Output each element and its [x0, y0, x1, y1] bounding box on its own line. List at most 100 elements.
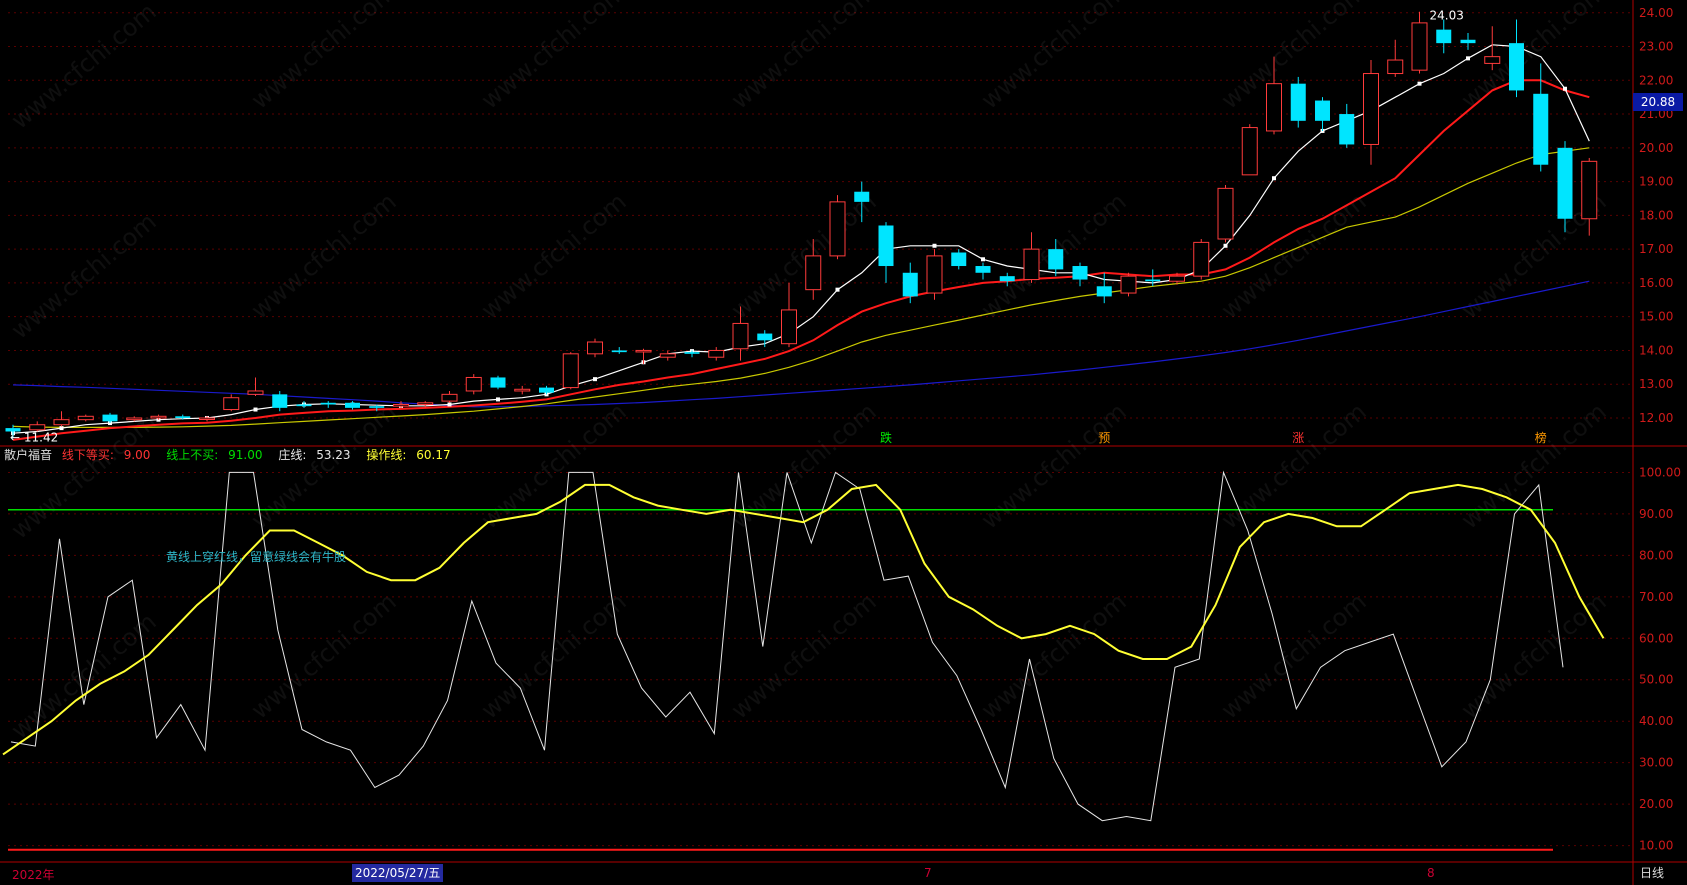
candle-body: [732, 322, 749, 350]
candle-body: [611, 350, 627, 353]
price-tick-label: 19.00: [1639, 175, 1673, 189]
signal-mark: 预: [1098, 431, 1110, 445]
ma5-point: [59, 426, 64, 431]
candle-body: [77, 415, 94, 421]
price-tick-label: 22.00: [1639, 73, 1673, 87]
candle-body: [587, 341, 603, 355]
candle-body: [708, 349, 725, 358]
candle-body: [805, 255, 822, 291]
price-tick-label: 16.00: [1639, 276, 1673, 290]
indicator-tick-label: 100.00: [1639, 465, 1681, 479]
candle-body: [1436, 29, 1452, 44]
candle-body: [320, 402, 336, 405]
candle-body: [1266, 83, 1282, 132]
watermark-text: www.cfchi.com: [246, 0, 402, 115]
indicator-tick-label: 80.00: [1639, 548, 1673, 562]
watermark-text: www.cfchi.com: [6, 207, 162, 344]
candle-body: [1096, 286, 1112, 297]
candle-body: [1217, 187, 1234, 240]
candle-body: [1509, 43, 1524, 91]
indicator-tick-label: 70.00: [1639, 590, 1673, 604]
price-tick-label: 14.00: [1639, 343, 1673, 357]
candle-body: [175, 416, 191, 418]
candle-body: [1241, 127, 1258, 176]
indicator-tick-label: 50.00: [1639, 673, 1673, 687]
candle-body: [951, 252, 967, 267]
zhuang-label: 庄线: 53.23: [278, 448, 351, 462]
candle-body: [490, 377, 506, 388]
candle-body: [1363, 73, 1379, 145]
nobuy-label: 线上不买: 91.00: [166, 448, 263, 462]
period-label[interactable]: 日线: [1640, 864, 1664, 881]
price-tick-label: 20.00: [1639, 141, 1673, 155]
ma5-point: [835, 287, 840, 292]
watermark-text: www.cfchi.com: [6, 407, 162, 544]
month-aug-label: 8: [1427, 866, 1435, 880]
watermark-text: www.cfchi.com: [726, 397, 882, 534]
candle-body: [150, 415, 167, 419]
candle-body: [1023, 248, 1040, 281]
watermark-text: www.cfchi.com: [976, 587, 1132, 724]
ma5-point: [593, 377, 597, 382]
ma5-point: [447, 402, 452, 407]
candle-body: [102, 414, 118, 422]
candle-body: [1411, 22, 1428, 71]
candle-body: [1581, 160, 1598, 220]
watermark-text: www.cfchi.com: [976, 0, 1132, 115]
price-tick-label: 23.00: [1639, 40, 1673, 54]
candle-body: [1339, 114, 1355, 145]
candle-body: [635, 349, 652, 353]
candle-body: [1315, 100, 1330, 121]
ma5-point: [1466, 56, 1470, 61]
price-tick-label: 15.00: [1639, 310, 1673, 324]
watermark-text: www.cfchi.com: [246, 187, 402, 324]
candle-body: [1120, 275, 1137, 294]
signal-mark: 跌: [880, 430, 892, 445]
candle-body: [1193, 241, 1210, 277]
watermark-text: www.cfchi.com: [246, 397, 402, 534]
candle-body: [562, 353, 579, 389]
op-label: 操作线: 60.17: [366, 448, 451, 462]
ma5-point: [496, 397, 500, 402]
candle-body: [441, 393, 458, 402]
low-price-label: ← 11.42: [10, 431, 58, 445]
candle-body: [1048, 249, 1064, 270]
candle-body: [999, 276, 1015, 282]
candle-body: [902, 272, 918, 297]
year-label: 2022年: [12, 868, 55, 882]
candle-body: [1387, 59, 1404, 75]
watermark-text: www.cfchi.com: [726, 0, 882, 115]
candle-body: [757, 333, 773, 341]
candle-body: [514, 388, 531, 392]
candle-body: [417, 402, 434, 405]
current-price-tag: 20.88: [1633, 93, 1683, 111]
stock-chart: 12.00 13.00 14.00 15.00 16.00 17.00 18.00 19.00…: [0, 0, 1687, 885]
candle-body: [854, 191, 870, 202]
watermark-text: www.cfchi.com: [1456, 587, 1612, 724]
watermark-text: www.cfchi.com: [476, 187, 632, 324]
watermark-text: www.cfchi.com: [476, 587, 632, 724]
candle-body: [1290, 83, 1306, 121]
ma5-point: [1417, 81, 1422, 86]
indicator-tick-label: 40.00: [1639, 714, 1673, 728]
indicator-name[interactable]: 散户福音: [4, 448, 52, 462]
candle-body: [1533, 93, 1549, 165]
watermark-text: www.cfchi.com: [1216, 187, 1372, 324]
ma5-point: [253, 407, 258, 412]
price-tick-label: 17.00: [1639, 242, 1673, 256]
candle-body: [1557, 147, 1573, 219]
watermark-text: www.cfchi.com: [246, 587, 402, 724]
price-tick-label: 18.00: [1639, 208, 1673, 222]
candle-body: [465, 376, 482, 392]
candle-body: [345, 402, 360, 408]
indicator-header: 散户福音 线下等买: 9.00 线上不买: 91.00 庄线: 53.23 操作…: [4, 446, 463, 463]
signal-mark: 榜: [1535, 430, 1547, 445]
high-price-label: 24.03: [1430, 9, 1464, 23]
indicator-tick-label: 60.00: [1639, 631, 1673, 645]
indicator-tick-label: 20.00: [1639, 797, 1673, 811]
watermark-text: www.cfchi.com: [1216, 587, 1372, 724]
candle-body: [659, 353, 676, 358]
candle-body: [369, 406, 385, 408]
candle-body: [684, 352, 700, 354]
candle-body: [296, 404, 312, 407]
